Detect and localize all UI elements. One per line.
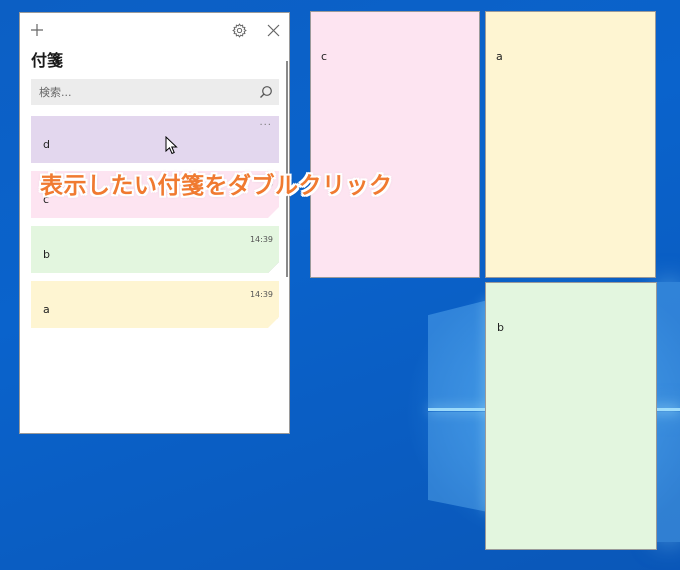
search-icon[interactable] (259, 85, 273, 99)
sticky-text[interactable]: a (496, 50, 503, 63)
note-card-d[interactable]: ··· d (31, 116, 279, 163)
close-icon[interactable] (263, 20, 283, 40)
gear-icon[interactable] (229, 20, 249, 40)
title-bar (20, 13, 289, 47)
page-fold-corner (268, 262, 279, 273)
page-title: 付箋 (31, 51, 64, 70)
note-text: a (43, 303, 50, 316)
note-text: b (43, 248, 50, 261)
more-options-icon[interactable]: ··· (259, 120, 272, 131)
note-time: 14:39 (249, 235, 273, 244)
mouse-cursor-icon (165, 136, 178, 155)
sticky-text[interactable]: b (497, 321, 504, 334)
sticky-notes-list-window: 付箋 ··· d 9 c 14:39 b 14:39 a (19, 12, 290, 434)
note-card-a[interactable]: 14:39 a (31, 281, 279, 328)
sticky-window-c[interactable]: c (310, 11, 480, 278)
plus-icon[interactable] (27, 20, 47, 40)
windows-logo-pane-right-bottom (657, 412, 680, 542)
sticky-text[interactable]: c (321, 50, 327, 63)
note-text: d (43, 138, 50, 151)
windows-logo-pane-right-top (657, 282, 680, 408)
sticky-window-b[interactable]: b (485, 282, 657, 550)
page-fold-corner (268, 317, 279, 328)
search-input[interactable] (39, 79, 254, 105)
note-card-b[interactable]: 14:39 b (31, 226, 279, 273)
windows-logo-pane-top (428, 300, 488, 408)
page-fold-corner (268, 207, 279, 218)
search-box[interactable] (31, 79, 279, 105)
sticky-window-a[interactable]: a (485, 11, 656, 278)
annotation-text: 表示したい付箋をダブルクリック (40, 173, 393, 199)
note-time: 14:39 (249, 290, 273, 299)
windows-logo-pane-bottom (428, 412, 488, 512)
